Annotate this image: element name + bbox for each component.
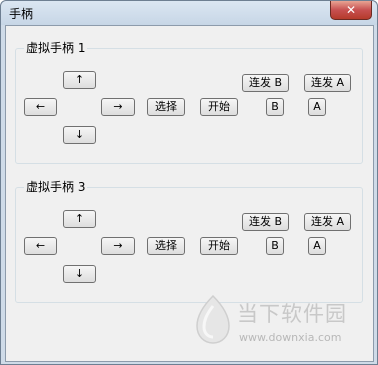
down-button[interactable]: ↓ bbox=[63, 126, 96, 144]
up-button[interactable]: ↑ bbox=[63, 210, 96, 228]
a-button[interactable]: A bbox=[308, 237, 326, 255]
up-button[interactable]: ↑ bbox=[63, 71, 96, 89]
b-button[interactable]: B bbox=[266, 237, 284, 255]
turbo-a-button[interactable]: 连发 A bbox=[304, 74, 351, 92]
right-button[interactable]: → bbox=[101, 98, 135, 116]
watermark-logo-icon bbox=[196, 294, 230, 344]
close-button[interactable]: ✕ bbox=[330, 1, 372, 20]
start-button[interactable]: 开始 bbox=[200, 98, 238, 116]
watermark-url: www.downxia.com bbox=[239, 331, 342, 344]
title-bar[interactable]: 手柄 ✕ bbox=[1, 1, 377, 25]
select-button[interactable]: 选择 bbox=[147, 98, 185, 116]
down-button[interactable]: ↓ bbox=[63, 265, 96, 283]
start-button[interactable]: 开始 bbox=[200, 237, 238, 255]
window-title: 手柄 bbox=[9, 7, 34, 21]
select-button[interactable]: 选择 bbox=[147, 237, 185, 255]
group-title: 虚拟手柄 3 bbox=[24, 179, 88, 195]
watermark: 当下软件园 www.downxia.com bbox=[193, 294, 363, 352]
watermark-text: 当下软件园 bbox=[237, 302, 347, 326]
turbo-a-button[interactable]: 连发 A bbox=[304, 213, 351, 231]
close-icon: ✕ bbox=[345, 3, 357, 17]
right-button[interactable]: → bbox=[101, 237, 135, 255]
a-button[interactable]: A bbox=[308, 98, 326, 116]
b-button[interactable]: B bbox=[266, 98, 284, 116]
virtual-gamepad-1-group: 虚拟手柄 1 ↑ ← → ↓ 选择 开始 连发 B 连发 A B A bbox=[15, 40, 363, 164]
left-button[interactable]: ← bbox=[24, 98, 57, 116]
turbo-b-button[interactable]: 连发 B bbox=[242, 213, 289, 231]
turbo-b-button[interactable]: 连发 B bbox=[242, 74, 289, 92]
group-title: 虚拟手柄 1 bbox=[24, 40, 88, 56]
left-button[interactable]: ← bbox=[24, 237, 57, 255]
virtual-gamepad-3-group: 虚拟手柄 3 ↑ ← → ↓ 选择 开始 连发 B 连发 A B A bbox=[15, 179, 363, 303]
gamepad-window: 手柄 ✕ 虚拟手柄 1 ↑ ← → ↓ 选择 开始 连发 B 连发 A B A … bbox=[0, 0, 378, 365]
